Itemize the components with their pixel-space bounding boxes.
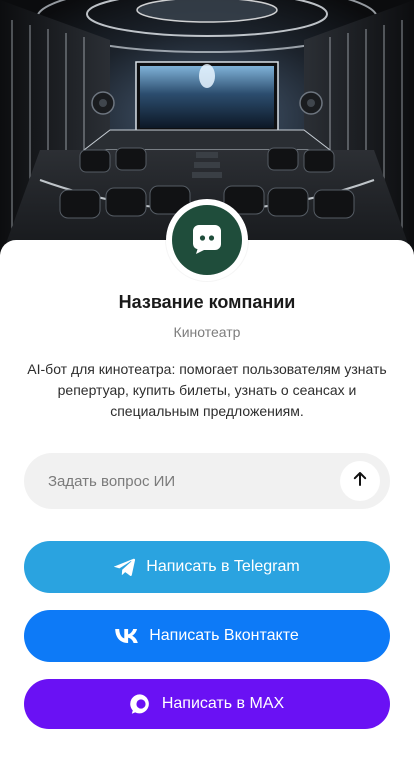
ask-ai-field (24, 453, 390, 509)
max-icon (130, 693, 152, 715)
vk-button-label: Написать Вконтакте (149, 627, 299, 644)
company-type: Кинотеатр (173, 324, 241, 340)
max-button-label: Написать в MAX (161, 695, 285, 712)
ask-ai-input[interactable] (48, 453, 348, 509)
avatar (172, 205, 242, 275)
chat-bot-icon (190, 221, 224, 260)
page: Название компании Кинотеатр AI-бот для к… (0, 0, 414, 770)
telegram-icon (114, 557, 136, 577)
arrow-up-icon (351, 470, 369, 493)
vk-icon (115, 629, 139, 643)
telegram-button[interactable]: Написать в Telegram (24, 541, 390, 593)
send-button[interactable] (340, 461, 380, 501)
vk-button[interactable]: Написать Вконтакте (24, 610, 390, 662)
company-name: Название компании (118, 292, 296, 312)
telegram-button-label: Написать в Telegram (146, 558, 300, 575)
company-description: AI-бот для кинотеатра: помогает пользова… (27, 361, 387, 419)
max-button[interactable]: Написать в MAX (24, 679, 390, 729)
